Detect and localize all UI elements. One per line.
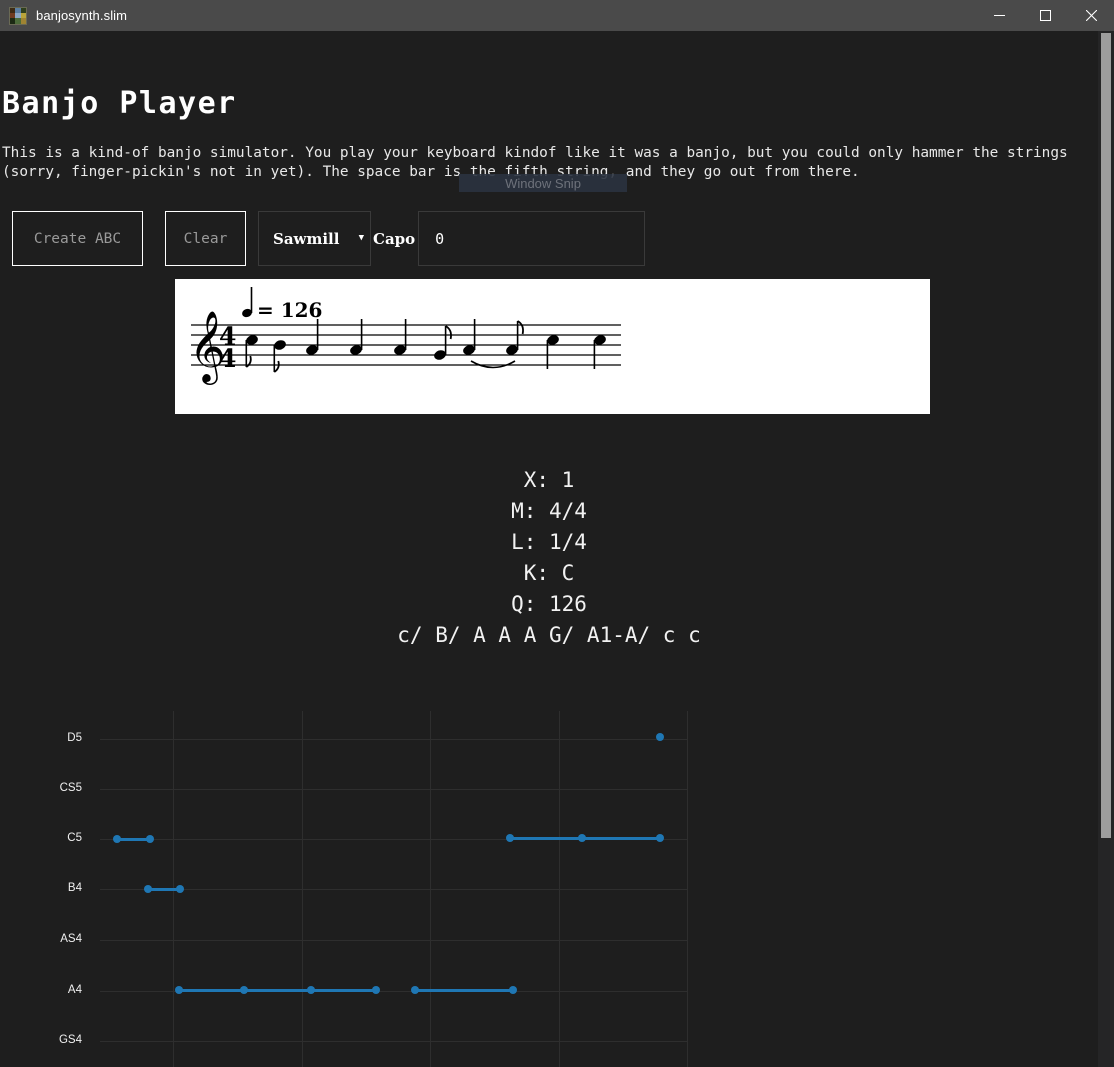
tuning-select-value: Sawmill xyxy=(273,230,339,248)
chart-gridline-h xyxy=(100,789,688,790)
chart-gridline-h xyxy=(100,739,688,740)
abc-line-notes: c/ B/ A A A G/ A1-A/ c c xyxy=(0,620,1098,651)
svg-text:= 126: = 126 xyxy=(257,298,322,322)
chart-note-marker xyxy=(175,986,183,994)
chart-ytick-label: A4 xyxy=(22,984,82,996)
window-titlebar: banjosynth.slim xyxy=(0,0,1114,31)
music-staff: 𝄞 4 4 = 126 xyxy=(175,279,930,414)
chart-note-marker xyxy=(411,986,419,994)
chart-note-marker xyxy=(240,986,248,994)
chart-note-marker xyxy=(656,733,664,741)
abc-line-x: X: 1 xyxy=(0,465,1098,496)
chart-note-marker xyxy=(506,834,514,842)
chart-note-marker xyxy=(144,885,152,893)
close-button[interactable] xyxy=(1068,0,1114,31)
pitch-timeline-chart: D5CS5C5B4AS4A4GS4G4 xyxy=(0,697,1098,1067)
sheet-music-panel: 𝄞 4 4 = 126 xyxy=(175,279,930,414)
chart-note-marker xyxy=(578,834,586,842)
capo-label: Capo xyxy=(373,230,415,248)
chart-ytick-label: B4 xyxy=(22,882,82,894)
minimize-button[interactable] xyxy=(976,0,1022,31)
chart-note-marker xyxy=(656,834,664,842)
controls-row: Create ABC Clear Sawmill ▼ Capo xyxy=(12,211,645,266)
clear-button[interactable]: Clear xyxy=(165,211,246,266)
chart-note-marker xyxy=(113,835,121,843)
chart-note-marker xyxy=(509,986,517,994)
chart-gridline-h xyxy=(100,1041,688,1042)
chart-ytick-label: D5 xyxy=(22,732,82,744)
chevron-down-icon: ▼ xyxy=(359,234,364,243)
abc-output: X: 1 M: 4/4 L: 1/4 K: C Q: 126 c/ B/ A A… xyxy=(0,465,1098,651)
app-description: This is a kind-of banjo simulator. You p… xyxy=(2,144,1092,182)
time-signature-bottom: 4 xyxy=(219,344,236,373)
chart-note-segment xyxy=(179,989,376,992)
create-abc-button[interactable]: Create ABC xyxy=(12,211,143,266)
chart-ytick-label: C5 xyxy=(22,832,82,844)
window-controls xyxy=(976,0,1114,31)
vertical-scrollbar[interactable] xyxy=(1098,31,1114,1067)
scrollbar-thumb[interactable] xyxy=(1101,33,1111,838)
chart-note-marker xyxy=(307,986,315,994)
chart-ytick-label: AS4 xyxy=(22,933,82,945)
page-title: Banjo Player xyxy=(2,86,237,121)
chart-ytick-label: GS4 xyxy=(22,1034,82,1046)
abc-line-k: K: C xyxy=(0,558,1098,589)
app-content: Banjo Player This is a kind-of banjo sim… xyxy=(0,31,1098,1067)
abc-line-q: Q: 126 xyxy=(0,589,1098,620)
chart-note-segment xyxy=(415,989,513,992)
tie-slur xyxy=(471,361,515,368)
maximize-button[interactable] xyxy=(1022,0,1068,31)
abc-line-m: M: 4/4 xyxy=(0,496,1098,527)
window-title: banjosynth.slim xyxy=(36,8,127,23)
tuning-select[interactable]: Sawmill ▼ xyxy=(258,211,371,266)
tempo-marking: = 126 xyxy=(241,287,323,322)
abc-line-l: L: 1/4 xyxy=(0,527,1098,558)
chart-ytick-label: CS5 xyxy=(22,782,82,794)
chart-note-marker xyxy=(372,986,380,994)
app-icon xyxy=(9,7,27,25)
chart-note-marker xyxy=(146,835,154,843)
chart-gridline-h xyxy=(100,940,688,941)
capo-input[interactable] xyxy=(418,211,645,266)
chart-note-marker xyxy=(176,885,184,893)
chart-gridline-h xyxy=(100,889,688,890)
